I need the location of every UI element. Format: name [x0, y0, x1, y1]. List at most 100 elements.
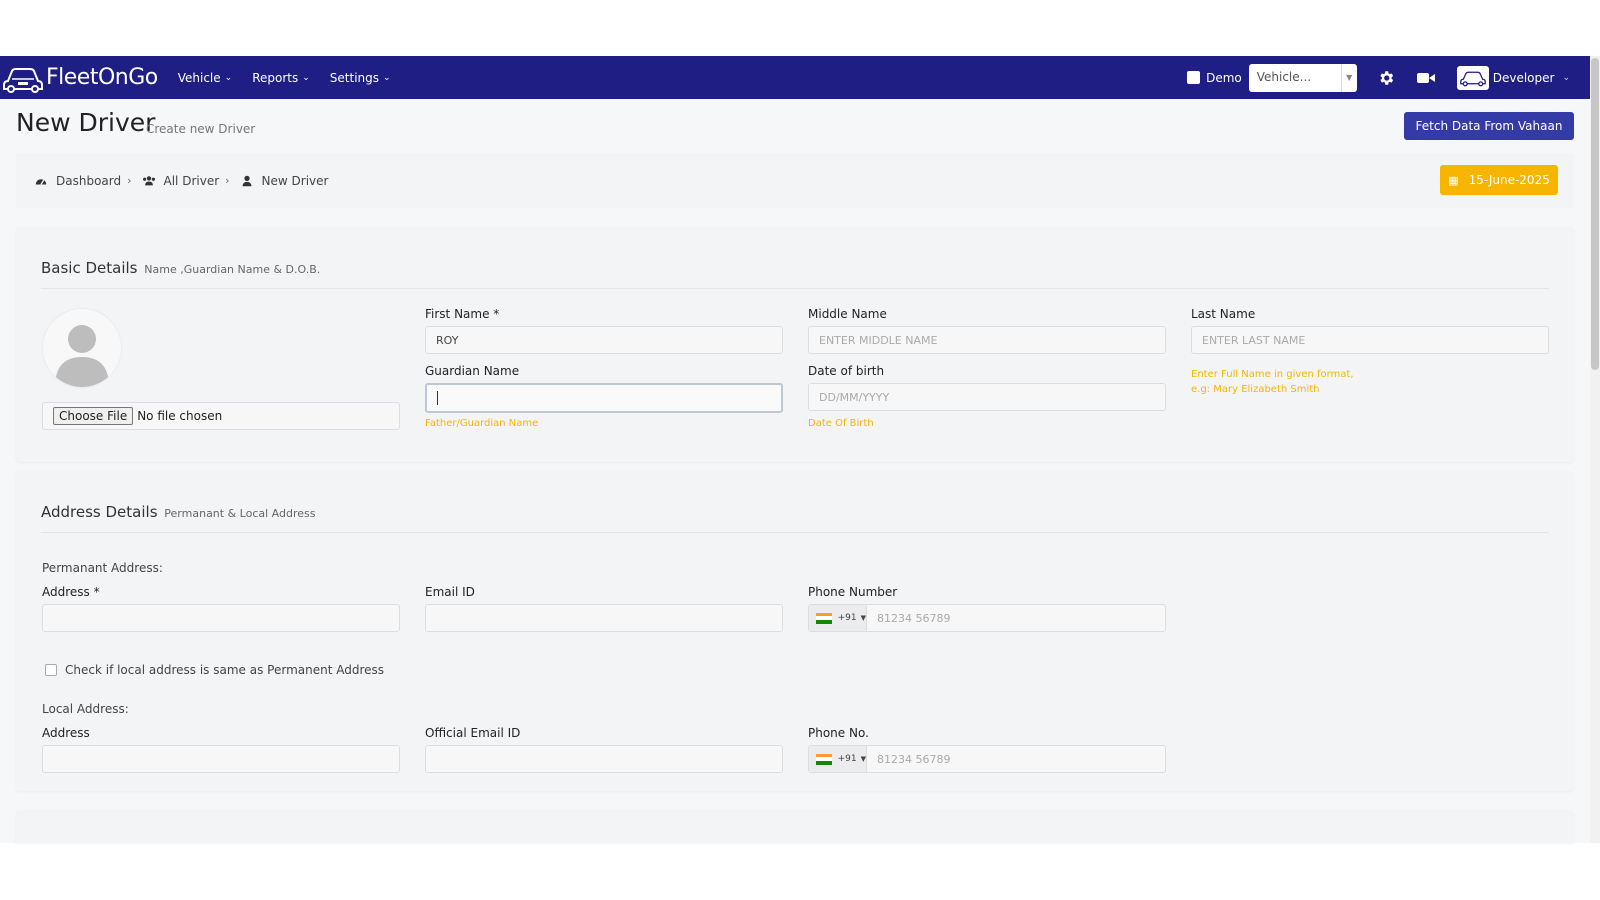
official-email-label: Official Email ID	[425, 726, 521, 740]
caret-down-icon: ▼	[860, 755, 866, 763]
dob-placeholder: DD/MM/YYYY	[819, 390, 890, 404]
chevron-down-icon: ⌄	[383, 72, 391, 83]
address-details-subtitle: Permanant & Local Address	[164, 507, 316, 520]
name-format-hint-line2: e.g: Mary Elizabeth Smith	[1191, 384, 1320, 395]
user-icon	[242, 175, 251, 186]
official-email-input[interactable]	[425, 745, 783, 773]
page-title: New Driver	[16, 108, 156, 137]
main-menu: Vehicle ⌄ Reports ⌄ Settings ⌄	[178, 71, 411, 85]
address-details-title: Address Details Permanant & Local Addres…	[41, 503, 315, 521]
demo-checkbox[interactable]	[1187, 71, 1201, 84]
calendar-icon: ▦	[1448, 173, 1459, 187]
guardian-name-label: Guardian Name	[425, 364, 520, 378]
name-format-hint: Enter Full Name in given format, e.g: Ma…	[1191, 367, 1354, 397]
menu-settings[interactable]: Settings ⌄	[330, 71, 391, 85]
dob-label: Date of birth	[808, 364, 885, 378]
file-status: No file chosen	[137, 409, 223, 423]
phone-placeholder: 81234 56789	[877, 611, 951, 625]
caret-down-icon: ▼	[860, 614, 866, 622]
page-subtitle: Create new Driver	[146, 122, 256, 136]
dashboard-icon	[35, 178, 47, 185]
menu-reports[interactable]: Reports ⌄	[252, 71, 310, 85]
local-phone-input[interactable]: +91 ▼ 81234 56789	[808, 745, 1166, 773]
date-badge[interactable]: ▦ 15-June-2025	[1440, 165, 1558, 195]
email-input[interactable]	[425, 604, 783, 632]
phone-number-label: Phone Number	[808, 585, 898, 599]
users-icon	[142, 175, 155, 185]
chevron-right-icon: ›	[225, 174, 230, 187]
first-name-value: ROY	[436, 333, 459, 347]
menu-reports-label: Reports	[252, 70, 299, 85]
choose-file-button[interactable]: Choose File	[53, 407, 134, 425]
permanent-address-heading: Permanant Address:	[42, 561, 163, 575]
dob-input[interactable]: DD/MM/YYYY	[808, 383, 1166, 411]
last-name-input[interactable]: ENTER LAST NAME	[1191, 326, 1549, 354]
date-value: 15-June-2025	[1468, 173, 1550, 187]
local-phone-label: Phone No.	[808, 726, 869, 740]
breadcrumb-all-driver[interactable]: All Driver ›	[142, 174, 230, 188]
select-arrow-icon: ▼	[1340, 63, 1357, 92]
gear-icon[interactable]	[1377, 69, 1395, 87]
vehicle-select-value: Vehicle...	[1256, 69, 1312, 84]
last-name-placeholder: ENTER LAST NAME	[1202, 333, 1306, 347]
divider	[41, 288, 1549, 289]
chevron-down-icon: ⌄	[302, 72, 310, 83]
phone-number-input[interactable]: +91 ▼ 81234 56789	[808, 604, 1166, 632]
name-format-hint-line1: Enter Full Name in given format,	[1191, 369, 1354, 380]
chevron-right-icon: ›	[127, 174, 132, 187]
basic-details-subtitle: Name ,Guardian Name & D.O.B.	[144, 263, 321, 276]
permanent-address-input[interactable]	[42, 604, 400, 632]
guardian-name-hint: Father/Guardian Name	[425, 418, 539, 429]
india-flag-icon	[816, 753, 832, 765]
middle-name-input[interactable]: ENTER MIDDLE NAME	[808, 326, 1166, 354]
first-name-label: First Name *	[425, 307, 500, 321]
email-label: Email ID	[425, 585, 475, 599]
menu-vehicle[interactable]: Vehicle ⌄	[178, 71, 232, 85]
fetch-vahaan-button[interactable]: Fetch Data From Vahaan	[1404, 112, 1574, 140]
car-avatar-icon	[1459, 71, 1486, 86]
local-address-input[interactable]	[42, 745, 400, 773]
chevron-down-icon[interactable]: ⌄	[1562, 73, 1570, 83]
local-address-heading: Local Address:	[42, 702, 129, 716]
breadcrumb: Dashboard › All Driver › New Driver	[16, 153, 1574, 208]
driver-avatar	[43, 309, 121, 387]
next-section-card	[16, 810, 1574, 843]
brand[interactable]: FleetOnGo	[2, 61, 158, 95]
basic-details-heading: Basic Details	[41, 259, 138, 277]
breadcrumb-all-driver-label: All Driver	[163, 173, 220, 188]
same-address-checkbox[interactable]	[45, 664, 57, 676]
local-country-code-value: +91	[837, 754, 857, 764]
last-name-label: Last Name	[1191, 307, 1256, 321]
vehicle-select[interactable]: Vehicle... ▼	[1248, 63, 1357, 92]
car-logo-icon	[3, 67, 43, 93]
country-code-select[interactable]: +91 ▼	[809, 605, 867, 631]
dob-hint: Date Of Birth	[808, 418, 874, 429]
address-details-heading: Address Details	[41, 503, 158, 521]
chevron-down-icon: ⌄	[224, 72, 233, 83]
local-address-label: Address	[42, 726, 90, 740]
same-address-label: Check if local address is same as Perman…	[65, 663, 385, 677]
middle-name-placeholder: ENTER MIDDLE NAME	[819, 333, 938, 347]
video-camera-icon[interactable]	[1416, 71, 1435, 85]
breadcrumb-new-driver: New Driver	[240, 173, 329, 188]
breadcrumb-dashboard[interactable]: Dashboard ›	[34, 174, 132, 188]
photo-file-input[interactable]: Choose File No file chosen	[42, 402, 400, 430]
middle-name-label: Middle Name	[808, 307, 887, 321]
address-label: Address *	[42, 585, 100, 599]
same-address-row[interactable]: Check if local address is same as Perman…	[45, 663, 384, 677]
menu-vehicle-label: Vehicle	[177, 70, 221, 85]
user-name[interactable]: Developer	[1493, 71, 1555, 85]
basic-details-title: Basic Details Name ,Guardian Name & D.O.…	[41, 259, 320, 277]
local-country-code-select[interactable]: +91 ▼	[809, 746, 867, 772]
guardian-name-input[interactable]	[425, 383, 783, 413]
divider	[41, 532, 1549, 533]
menu-settings-label: Settings	[329, 70, 379, 85]
first-name-input[interactable]: ROY	[425, 326, 783, 354]
user-avatar[interactable]	[1456, 65, 1489, 90]
breadcrumb-new-driver-label: New Driver	[261, 173, 329, 188]
demo-label: Demo	[1206, 70, 1242, 85]
top-navbar: FleetOnGo Vehicle ⌄ Reports ⌄ Settings ⌄ De…	[0, 56, 1590, 99]
india-flag-icon	[816, 612, 832, 624]
brand-name: FleetOnGo	[46, 65, 158, 90]
page-scrollbar-thumb[interactable]	[1591, 58, 1599, 370]
